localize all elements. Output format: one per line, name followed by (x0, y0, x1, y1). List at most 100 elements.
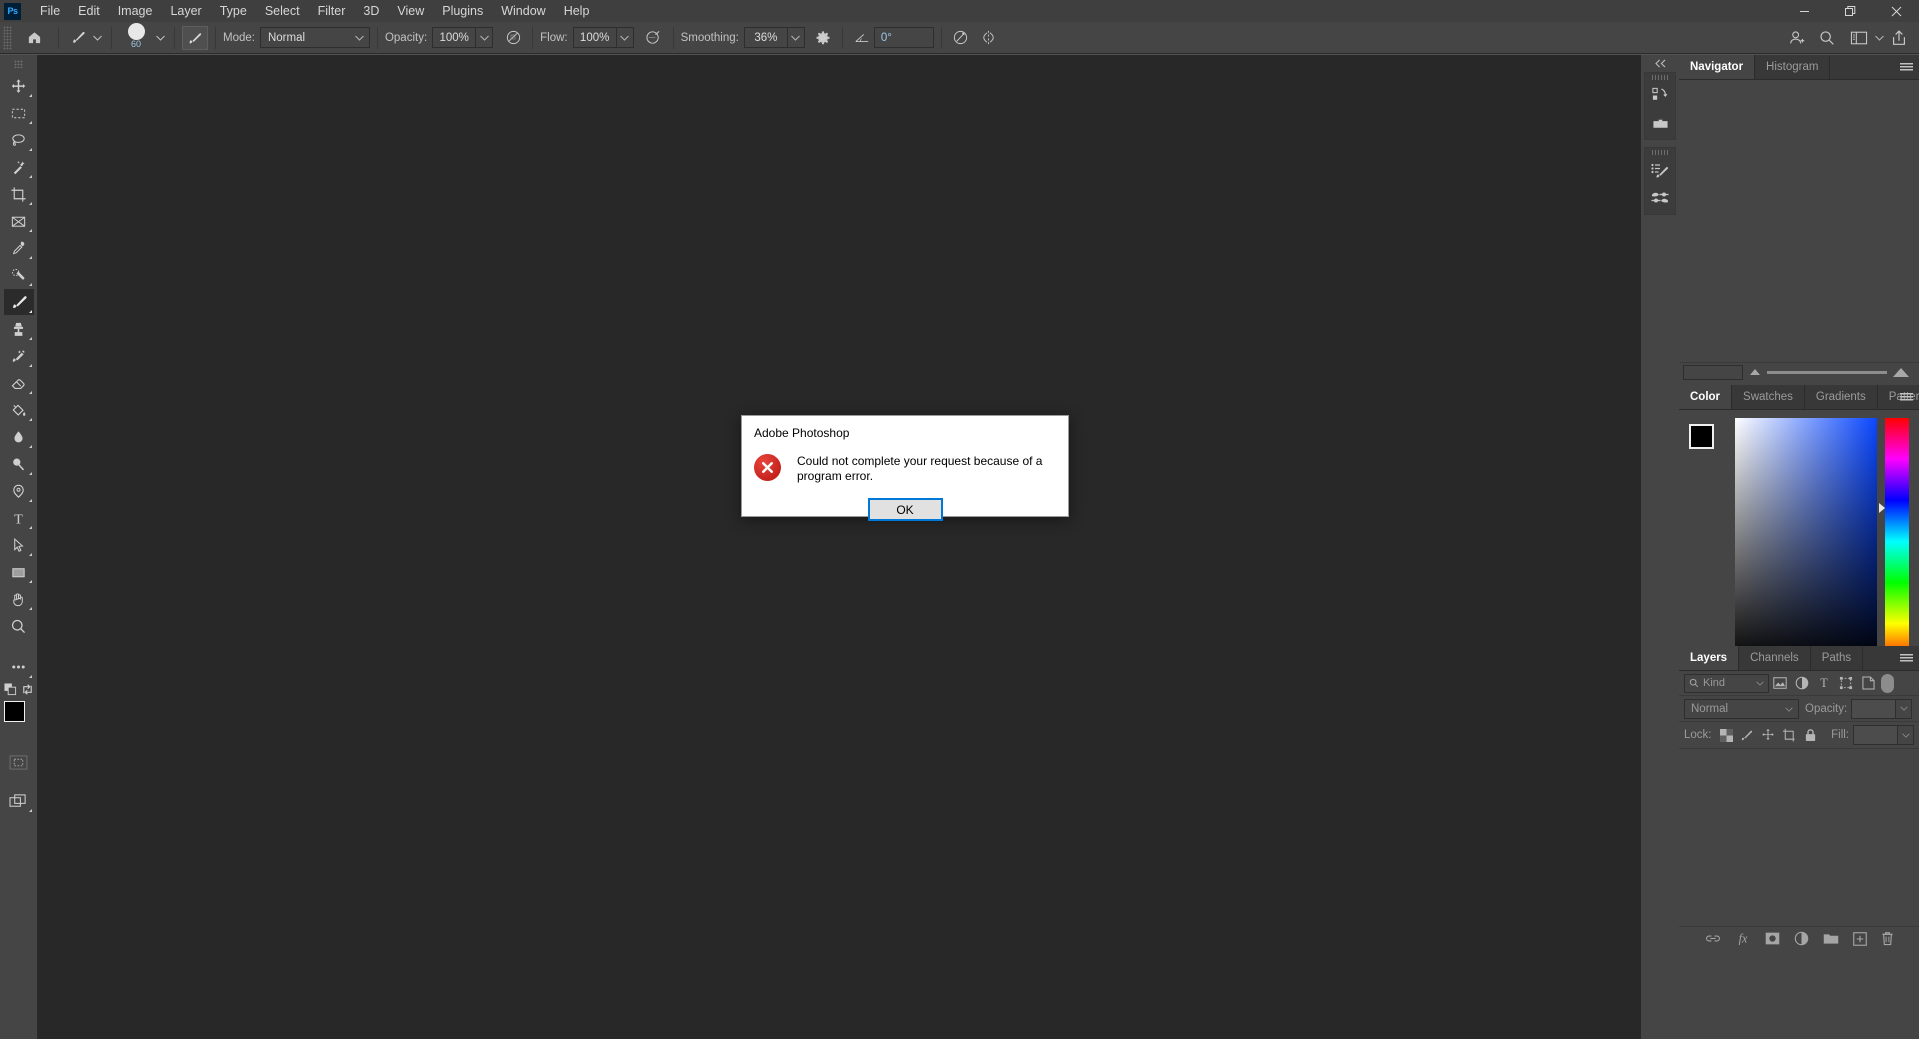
type-tool[interactable]: T (4, 505, 34, 531)
brushes-panel-icon[interactable] (1645, 184, 1675, 211)
new-layer-icon[interactable] (1852, 931, 1867, 946)
default-colors-icon[interactable] (3, 683, 17, 701)
brush-angle-input[interactable]: 0° (873, 27, 934, 48)
new-adjustment-layer-icon[interactable] (1794, 931, 1809, 946)
pressure-size-icon[interactable] (949, 26, 973, 50)
menu-filter[interactable]: Filter (309, 0, 355, 22)
libraries-panel-icon[interactable] (1645, 109, 1675, 136)
menu-window[interactable]: Window (492, 0, 554, 22)
paint-bucket-tool[interactable] (4, 397, 34, 423)
layer-fill-stepper[interactable] (1898, 725, 1914, 745)
link-layers-icon[interactable] (1705, 933, 1721, 944)
edit-toolbar-button[interactable] (4, 654, 34, 680)
move-tool[interactable] (4, 73, 34, 99)
pen-tool[interactable] (4, 478, 34, 504)
lock-artboard-nesting-icon[interactable] (1779, 725, 1800, 745)
smoothing-stepper[interactable] (787, 27, 805, 48)
healing-brush-tool[interactable] (4, 262, 34, 288)
toolbar-grip[interactable] (14, 60, 23, 68)
menu-layer[interactable]: Layer (161, 0, 210, 22)
options-bar-grip[interactable] (3, 25, 12, 50)
frame-tool[interactable] (4, 208, 34, 234)
filter-adjustment-icon[interactable] (1791, 674, 1813, 693)
screen-mode-icon[interactable] (4, 788, 34, 814)
home-icon[interactable] (22, 26, 46, 50)
new-group-icon[interactable] (1823, 932, 1839, 945)
tab-color[interactable]: Color (1679, 385, 1733, 409)
panel-menu-icon[interactable] (1898, 55, 1914, 80)
filter-pixel-icon[interactable] (1769, 674, 1791, 693)
restore-icon[interactable] (1827, 0, 1873, 22)
hand-tool[interactable] (4, 586, 34, 612)
lock-all-icon[interactable] (1800, 725, 1821, 745)
menu-file[interactable]: File (31, 0, 69, 22)
layer-filter-kind-select[interactable]: Kind (1684, 673, 1769, 693)
swap-colors-icon[interactable] (21, 683, 34, 701)
layer-opacity-input[interactable] (1851, 698, 1897, 719)
menu-image[interactable]: Image (109, 0, 162, 22)
flow-stepper[interactable] (616, 27, 634, 48)
smoothing-input[interactable]: 36% (743, 27, 788, 48)
zoom-tool[interactable] (4, 613, 34, 639)
opacity-stepper[interactable] (476, 27, 494, 48)
lock-transparent-pixels-icon[interactable] (1716, 725, 1737, 745)
filter-enable-toggle[interactable] (1881, 673, 1894, 693)
navigator-preview[interactable] (1679, 80, 1919, 362)
crop-tool[interactable] (4, 181, 34, 207)
menu-view[interactable]: View (388, 0, 433, 22)
layer-opacity-stepper[interactable] (1896, 698, 1913, 719)
brush-settings-panel-icon[interactable] (1645, 157, 1675, 184)
collapse-panels-icon[interactable] (1641, 55, 1679, 72)
share-export-icon[interactable] (1887, 26, 1911, 50)
foreground-color-swatch[interactable] (3, 701, 25, 722)
layer-style-fx-icon[interactable]: fx (1735, 931, 1751, 946)
marquee-tool[interactable] (4, 100, 34, 126)
search-icon[interactable] (1815, 26, 1839, 50)
tab-layers[interactable]: Layers (1679, 646, 1740, 670)
blur-tool[interactable] (4, 424, 34, 450)
ok-button[interactable]: OK (867, 498, 943, 521)
workspace-layout-icon[interactable] (1847, 26, 1871, 50)
lock-position-icon[interactable] (1758, 725, 1779, 745)
layer-blend-mode-select[interactable]: Normal (1684, 698, 1799, 719)
blend-mode-select[interactable]: Normal (259, 27, 370, 48)
history-brush-tool[interactable] (4, 343, 34, 369)
zoom-in-triangle-icon[interactable] (1893, 367, 1909, 377)
opacity-input[interactable]: 100% (432, 27, 477, 48)
brush-picker-chevron-icon[interactable] (153, 26, 167, 50)
path-selection-tool[interactable] (4, 532, 34, 558)
panel-menu-icon[interactable] (1898, 646, 1914, 671)
symmetry-icon[interactable] (977, 26, 1001, 50)
lasso-tool[interactable] (4, 127, 34, 153)
airbrush-icon[interactable] (642, 26, 666, 50)
delete-layer-icon[interactable] (1881, 931, 1894, 946)
tab-paths[interactable]: Paths (1810, 646, 1864, 670)
canvas-area[interactable] (38, 55, 1641, 1039)
filter-smart-object-icon[interactable] (1857, 674, 1879, 693)
lock-image-pixels-icon[interactable] (1737, 725, 1758, 745)
layer-fill-input[interactable] (1853, 725, 1898, 745)
magic-wand-tool[interactable] (4, 154, 34, 180)
filter-type-icon[interactable]: T (1813, 674, 1835, 693)
tab-channels[interactable]: Channels (1739, 646, 1811, 670)
menu-edit[interactable]: Edit (69, 0, 109, 22)
tab-swatches[interactable]: Swatches (1732, 385, 1805, 409)
history-panel-icon[interactable] (1645, 82, 1675, 109)
clone-stamp-tool[interactable] (4, 316, 34, 342)
brush-tool[interactable] (3, 289, 34, 315)
close-icon[interactable] (1873, 0, 1919, 22)
quick-mask-icon[interactable] (4, 749, 34, 775)
color-field[interactable] (1735, 418, 1877, 665)
brush-tool-icon[interactable] (66, 26, 90, 50)
foreground-color-swatch[interactable] (1689, 424, 1714, 449)
brush-preview[interactable]: 60 (119, 22, 153, 54)
add-collaborator-icon[interactable] (1785, 26, 1809, 50)
menu-plugins[interactable]: Plugins (433, 0, 492, 22)
rail-group-grip[interactable] (1645, 73, 1675, 82)
menu-type[interactable]: Type (211, 0, 256, 22)
rectangle-tool[interactable] (4, 559, 34, 585)
panel-menu-icon[interactable] (1898, 385, 1914, 410)
pressure-opacity-icon[interactable] (501, 26, 525, 50)
menu-3d[interactable]: 3D (354, 0, 388, 22)
menu-help[interactable]: Help (555, 0, 599, 22)
